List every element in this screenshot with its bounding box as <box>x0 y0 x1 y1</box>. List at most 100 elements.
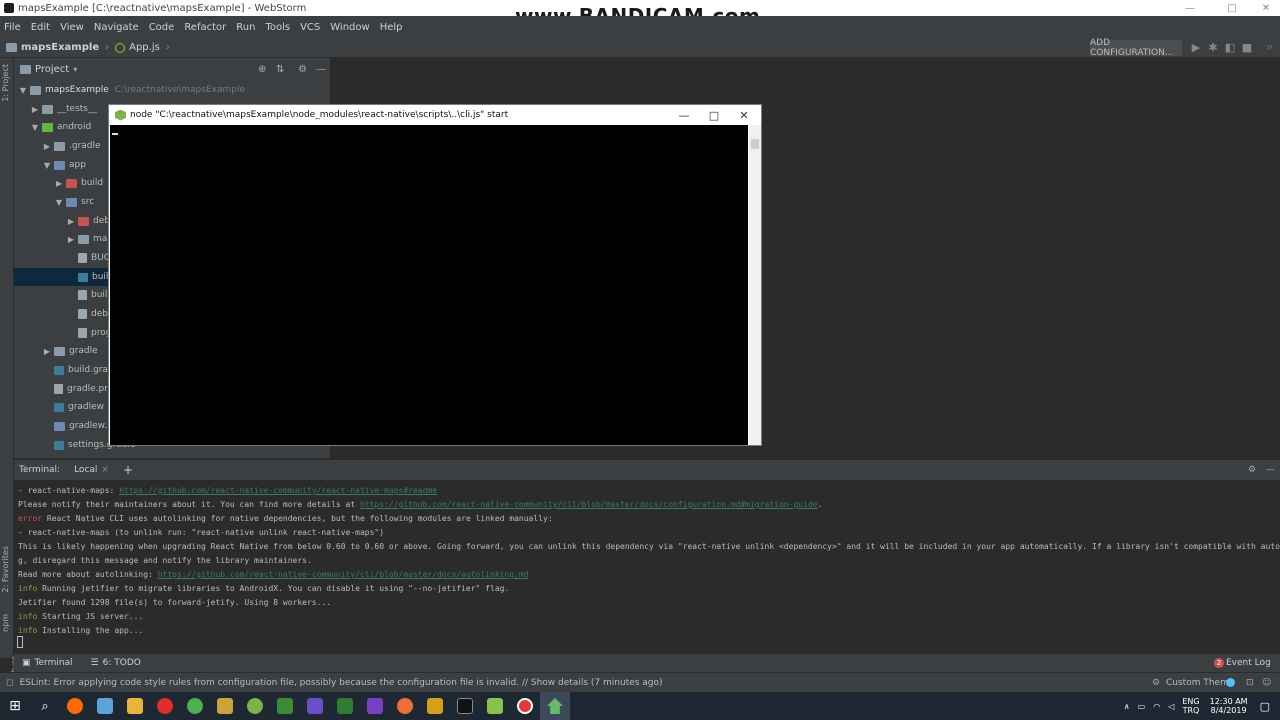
chevron-down-icon[interactable]: ▾ <box>73 65 77 74</box>
clock[interactable]: 12:30 AM 8/4/2019 <box>1210 697 1248 715</box>
stop-icon[interactable]: ■ <box>1241 41 1253 54</box>
menu-vcs[interactable]: VCS <box>300 22 320 33</box>
chevron-right-icon[interactable]: ▶ <box>66 217 76 226</box>
menu-run[interactable]: Run <box>236 22 255 33</box>
taskbar-app[interactable] <box>210 692 240 720</box>
search-icon[interactable]: ⌕ <box>1264 40 1276 53</box>
panel-toggle-icon[interactable]: ◻ <box>6 678 13 688</box>
terminal-link[interactable]: https://github.com/react-native-communit… <box>158 570 529 579</box>
taskbar-app[interactable] <box>90 692 120 720</box>
action-center-icon[interactable]: ▢ <box>1260 700 1270 713</box>
taskbar-app[interactable] <box>330 692 360 720</box>
run-icon[interactable]: ▶ <box>1190 41 1202 54</box>
menu-navigate[interactable]: Navigate <box>94 22 139 33</box>
console-output[interactable] <box>110 125 748 445</box>
chevron-down-icon[interactable]: ▼ <box>42 161 52 170</box>
taskbar-app[interactable] <box>480 692 510 720</box>
search-taskbar-button[interactable]: ⌕ <box>30 692 60 720</box>
app-icon <box>427 698 443 714</box>
console-close-button[interactable]: ✕ <box>729 107 759 123</box>
taskbar-app[interactable] <box>120 692 150 720</box>
tree-item[interactable]: ▼ mapsExample C:\reactnative\mapsExample <box>14 81 330 99</box>
hide-icon[interactable]: — <box>316 64 326 75</box>
network-icon[interactable]: ▭ <box>1138 702 1146 711</box>
coverage-icon[interactable]: ◧ <box>1224 41 1236 54</box>
menu-tools[interactable]: Tools <box>265 22 290 33</box>
add-configuration-button[interactable]: ADD CONFIGURATION... <box>1090 38 1182 58</box>
windows-icon: ⊞ <box>9 698 21 714</box>
minimize-button[interactable]: — <box>1172 0 1208 16</box>
console-scrollbar[interactable] <box>749 125 761 445</box>
project-view-selector[interactable]: Project <box>35 64 69 75</box>
language-indicator[interactable]: ENG TRQ <box>1182 697 1199 715</box>
webstorm-icon <box>4 3 14 13</box>
breadcrumb-file[interactable]: App.js <box>129 42 160 53</box>
taskbar-app[interactable] <box>360 692 390 720</box>
menu-view[interactable]: View <box>60 22 84 33</box>
lock-icon[interactable]: ⊡ <box>1246 678 1254 688</box>
console-cursor <box>112 133 118 135</box>
console-minimize-button[interactable]: — <box>669 107 699 123</box>
taskbar-app[interactable] <box>60 692 90 720</box>
taskbar-app[interactable] <box>390 692 420 720</box>
locate-icon[interactable]: ⊕ <box>258 64 266 75</box>
event-log-tool-tab[interactable]: Event Log <box>1226 658 1271 668</box>
terminal-tool-tab[interactable]: Terminal <box>35 658 73 668</box>
chevron-down-icon[interactable]: ▼ <box>30 123 40 132</box>
terminal-link[interactable]: https://github.com/react-native-communit… <box>360 500 818 509</box>
menu-code[interactable]: Code <box>149 22 175 33</box>
chevron-right-icon[interactable]: ▶ <box>54 179 64 188</box>
menu-edit[interactable]: Edit <box>31 22 50 33</box>
chevron-down-icon[interactable]: ▼ <box>18 86 28 95</box>
close-tab-icon[interactable]: × <box>101 465 109 475</box>
breadcrumb-project[interactable]: mapsExample <box>21 42 99 53</box>
maximize-button[interactable]: □ <box>1214 0 1250 16</box>
debug-icon[interactable]: ✱ <box>1207 41 1219 54</box>
taskbar-app[interactable] <box>510 692 540 720</box>
menu-refactor[interactable]: Refactor <box>184 22 226 33</box>
gear-icon[interactable]: ⚙ <box>1248 465 1256 475</box>
menu-window[interactable]: Window <box>330 22 369 33</box>
node-console-window[interactable]: node "C:\reactnative\mapsExample\node_mo… <box>108 104 762 446</box>
menu-help[interactable]: Help <box>380 22 403 33</box>
hide-icon[interactable]: — <box>1266 465 1275 475</box>
gear-icon[interactable]: ⚙ <box>298 64 307 75</box>
taskbar-app[interactable] <box>450 692 480 720</box>
collapse-all-icon[interactable]: ⇅ <box>276 64 284 75</box>
folder-icon <box>20 64 31 74</box>
taskbar-app[interactable] <box>240 692 270 720</box>
new-terminal-icon[interactable]: + <box>123 463 133 477</box>
taskbar-app[interactable] <box>150 692 180 720</box>
notification-icon[interactable]: ☺ <box>1262 678 1271 688</box>
npm-tool-tab[interactable]: npm <box>1 614 10 632</box>
taskbar-app[interactable] <box>270 692 300 720</box>
terminal-tab-local[interactable]: Local <box>74 465 97 475</box>
chevron-right-icon[interactable]: ▶ <box>42 347 52 356</box>
project-tool-tab[interactable]: 1: Project <box>1 64 10 102</box>
chevron-right-icon[interactable]: ▶ <box>66 235 76 244</box>
terminal-line: error React Native CLI uses autolinking … <box>18 514 553 523</box>
wifi-icon[interactable]: ◠ <box>1153 702 1160 711</box>
taskbar-app[interactable] <box>180 692 210 720</box>
scrollbar-thumb[interactable] <box>751 139 759 149</box>
close-button[interactable]: ✕ <box>1248 0 1280 16</box>
status-message[interactable]: ESLint: Error applying code style rules … <box>19 678 662 688</box>
start-button[interactable]: ⊞ <box>0 692 30 720</box>
taskbar-app-active[interactable] <box>540 692 570 720</box>
terminal-link[interactable]: https://github.com/react-native-communit… <box>119 486 437 495</box>
android-folder-icon <box>42 122 53 132</box>
chevron-right-icon[interactable]: ▶ <box>42 142 52 151</box>
taskbar-app[interactable] <box>300 692 330 720</box>
theme-name[interactable]: Custom Theme <box>1166 678 1234 688</box>
terminal-output[interactable]: - react-native-maps: https://github.com/… <box>14 480 1280 654</box>
volume-icon[interactable]: ◁ <box>1168 702 1174 711</box>
todo-tool-tab[interactable]: 6: TODO <box>103 658 141 668</box>
chevron-up-icon[interactable]: ∧ <box>1124 702 1130 711</box>
console-maximize-button[interactable]: □ <box>699 107 729 123</box>
chevron-down-icon[interactable]: ▼ <box>54 198 64 207</box>
folder-icon <box>6 43 17 52</box>
taskbar-app[interactable] <box>420 692 450 720</box>
favorites-tool-tab[interactable]: 2: Favorites <box>1 546 10 592</box>
chevron-right-icon[interactable]: ▶ <box>30 105 40 114</box>
menu-file[interactable]: File <box>4 22 21 33</box>
